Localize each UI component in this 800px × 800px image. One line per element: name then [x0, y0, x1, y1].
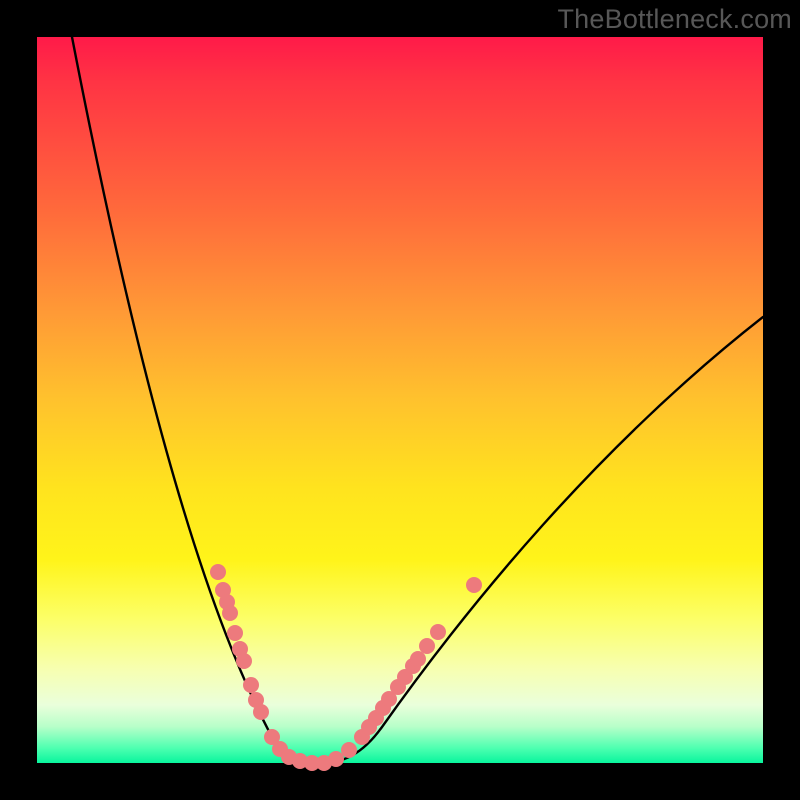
- dot-cluster: [210, 564, 482, 771]
- data-dot: [419, 638, 435, 654]
- data-dot: [410, 651, 426, 667]
- data-dot: [430, 624, 446, 640]
- data-dot: [253, 704, 269, 720]
- chart-frame: TheBottleneck.com: [0, 0, 800, 800]
- data-dot: [341, 742, 357, 758]
- curve-layer: [37, 37, 763, 763]
- plot-area: [37, 37, 763, 763]
- data-dot: [328, 751, 344, 767]
- data-dot: [236, 653, 252, 669]
- data-dot: [210, 564, 226, 580]
- data-dot: [222, 605, 238, 621]
- data-dot: [243, 677, 259, 693]
- data-dot: [227, 625, 243, 641]
- watermark-text: TheBottleneck.com: [557, 4, 792, 35]
- data-dot: [466, 577, 482, 593]
